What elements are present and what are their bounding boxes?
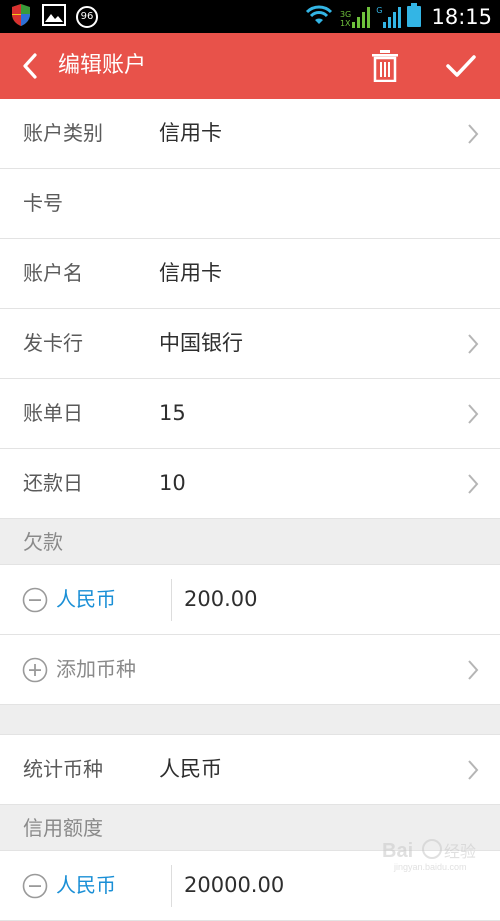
check-icon xyxy=(446,55,476,77)
repayment-day-label: 还款日 xyxy=(23,471,83,495)
issuing-bank-value: 中国银行 xyxy=(159,331,243,355)
network-label-3g: 3G xyxy=(339,9,352,19)
account-name-row[interactable]: 账户名 信用卡 xyxy=(0,239,500,309)
status-bar: 96 3G 1X G 18:15 xyxy=(0,0,500,33)
card-number-row[interactable]: 卡号 xyxy=(0,169,500,239)
account-type-value: 信用卡 xyxy=(159,121,222,145)
section-spacer xyxy=(0,705,500,735)
billing-day-label: 账单日 xyxy=(23,401,83,425)
debt-section-title: 欠款 xyxy=(23,530,63,554)
confirm-button[interactable] xyxy=(440,45,482,87)
wifi-icon xyxy=(304,4,334,30)
billing-day-value: 15 xyxy=(159,401,186,425)
divider xyxy=(171,579,172,621)
signal-3g-icon: 3G 1X xyxy=(339,6,371,28)
toolbar: 编辑账户 xyxy=(0,33,500,99)
chevron-right-icon xyxy=(468,760,479,780)
account-name-label: 账户名 xyxy=(23,261,83,285)
network-label-g: G xyxy=(376,5,383,15)
trash-icon xyxy=(372,50,398,82)
repayment-day-value: 10 xyxy=(159,471,186,495)
remove-currency-icon[interactable] xyxy=(22,873,48,899)
issuing-bank-label: 发卡行 xyxy=(23,331,83,355)
back-button[interactable] xyxy=(12,48,48,84)
account-type-row[interactable]: 账户类别 信用卡 xyxy=(0,99,500,169)
debt-currency-row: 人民币 200.00 xyxy=(0,565,500,635)
svg-text:经验: 经验 xyxy=(444,842,476,861)
credit-limit-section-title: 信用额度 xyxy=(23,816,103,840)
battery-icon xyxy=(407,2,422,31)
signal-g-icon: G xyxy=(376,5,402,28)
network-label-1x: 1X xyxy=(339,18,351,28)
svg-text:Bai: Bai xyxy=(382,840,413,862)
repayment-day-row[interactable]: 还款日 10 xyxy=(0,449,500,519)
clock: 18:15 xyxy=(431,4,492,29)
issuing-bank-row[interactable]: 发卡行 中国银行 xyxy=(0,309,500,379)
baidu-watermark-logo: Bai 经验 jingyan.baidu.com xyxy=(380,833,490,873)
debt-amount-field[interactable]: 200.00 xyxy=(184,565,257,634)
shield-icon xyxy=(10,3,32,31)
card-number-label: 卡号 xyxy=(23,191,63,215)
chevron-left-icon xyxy=(23,53,37,79)
stats-currency-label: 统计币种 xyxy=(23,757,103,781)
stats-currency-value: 人民币 xyxy=(159,757,222,781)
add-currency-label: 添加币种 xyxy=(56,657,136,681)
add-currency-row[interactable]: 添加币种 xyxy=(0,635,500,705)
chevron-right-icon xyxy=(468,474,479,494)
page-title: 编辑账户 xyxy=(58,53,147,78)
debt-section-header: 欠款 xyxy=(0,519,500,565)
svg-text:jingyan.baidu.com: jingyan.baidu.com xyxy=(393,862,467,872)
chevron-right-icon xyxy=(468,660,479,680)
account-name-field[interactable]: 信用卡 xyxy=(159,239,222,308)
remove-currency-icon[interactable] xyxy=(22,587,48,613)
credit-currency-name[interactable]: 人民币 xyxy=(56,851,116,920)
account-type-label: 账户类别 xyxy=(23,121,103,145)
divider xyxy=(171,865,172,907)
notification-badge: 96 xyxy=(76,5,98,28)
stats-currency-row[interactable]: 统计币种 人民币 xyxy=(0,735,500,805)
chevron-right-icon xyxy=(468,334,479,354)
debt-currency-name[interactable]: 人民币 xyxy=(56,565,116,634)
add-circle-icon xyxy=(22,657,48,683)
credit-amount-field[interactable]: 20000.00 xyxy=(184,851,284,920)
delete-button[interactable] xyxy=(364,45,406,87)
chevron-right-icon xyxy=(468,124,479,144)
image-icon xyxy=(42,3,66,30)
billing-day-row[interactable]: 账单日 15 xyxy=(0,379,500,449)
chevron-right-icon xyxy=(468,404,479,424)
edit-account-form: 账户类别 信用卡 卡号 账户名 信用卡 发卡行 中国银行 账单日 15 还款日 … xyxy=(0,99,500,921)
